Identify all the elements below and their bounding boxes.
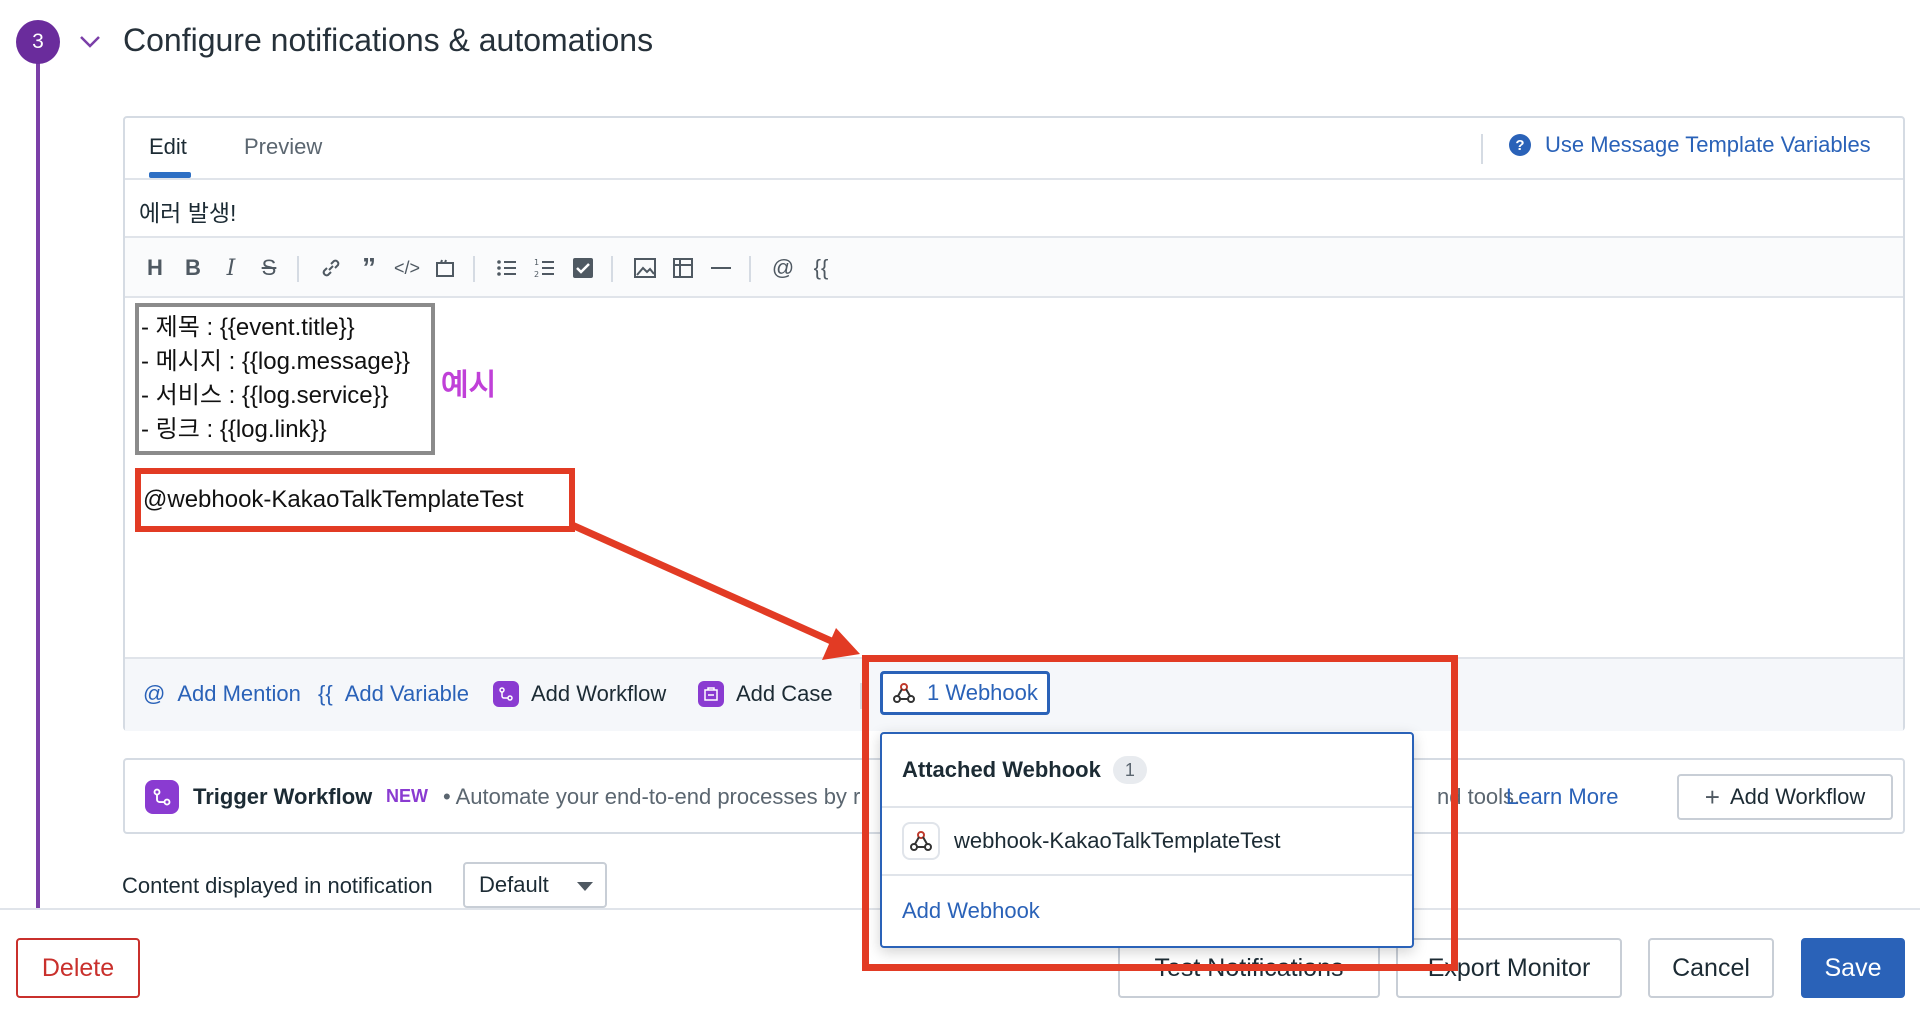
toolbar-divider bbox=[297, 256, 299, 282]
footer-divider bbox=[860, 683, 862, 709]
horizontal-rule-icon[interactable] bbox=[705, 252, 737, 284]
trigger-description: • Automate your end-to-end processes by … bbox=[443, 784, 861, 809]
example-template-box: - 제목 : {{event.title}} - 메시지 : {{log.mes… bbox=[135, 303, 435, 455]
quote-icon[interactable]: ” bbox=[353, 252, 385, 284]
add-workflow-button[interactable]: Add Workflow bbox=[493, 681, 666, 707]
webhook-list-item[interactable]: webhook-KakaoTalkTemplateTest bbox=[882, 808, 1412, 876]
active-tab-indicator bbox=[149, 172, 191, 178]
step-number-badge: 3 bbox=[16, 20, 60, 64]
message-body[interactable]: - 제목 : {{event.title}} - 메시지 : {{log.mes… bbox=[125, 298, 1903, 657]
link-icon[interactable] bbox=[315, 252, 347, 284]
body-line: - 메시지 : {{log.message}} bbox=[141, 348, 411, 375]
add-variable-button[interactable]: {{ Add Variable bbox=[318, 681, 469, 707]
add-case-button[interactable]: Add Case bbox=[698, 681, 833, 707]
strikethrough-icon[interactable]: S bbox=[253, 252, 285, 284]
body-line: - 링크 : {{log.link}} bbox=[141, 416, 327, 443]
export-monitor-button[interactable]: Export Monitor bbox=[1396, 938, 1622, 998]
image-icon[interactable] bbox=[629, 252, 661, 284]
svg-text:1: 1 bbox=[534, 258, 539, 267]
table-icon[interactable] bbox=[667, 252, 699, 284]
workflow-icon bbox=[145, 780, 179, 814]
dropdown-header: Attached Webhook 1 bbox=[882, 734, 1412, 808]
editor-footer: @ Add Mention {{ Add Variable Add Workfl… bbox=[125, 657, 1903, 731]
caret-down-icon bbox=[577, 882, 593, 891]
workflow-icon bbox=[493, 681, 519, 707]
toolbar-divider bbox=[749, 256, 751, 282]
webhook-item-label: webhook-KakaoTalkTemplateTest bbox=[954, 828, 1281, 853]
variable-icon: {{ bbox=[318, 681, 333, 706]
add-webhook-link[interactable]: Add Webhook bbox=[902, 898, 1040, 924]
tab-preview[interactable]: Preview bbox=[244, 134, 322, 160]
add-mention-label: Add Mention bbox=[177, 681, 301, 706]
save-button[interactable]: Save bbox=[1801, 938, 1905, 998]
toolbar-divider bbox=[473, 256, 475, 282]
cancel-button[interactable]: Cancel bbox=[1648, 938, 1774, 998]
webhook-count-badge: 1 bbox=[1112, 756, 1147, 784]
italic-icon[interactable]: I bbox=[215, 252, 247, 284]
add-workflow-label: Add Workflow bbox=[531, 681, 667, 706]
divider bbox=[1481, 134, 1483, 164]
step-timeline bbox=[36, 62, 40, 910]
add-variable-label: Add Variable bbox=[344, 681, 470, 706]
code-block-icon[interactable] bbox=[429, 252, 461, 284]
webhook-icon bbox=[902, 822, 940, 860]
dropdown-header-label: Attached Webhook bbox=[902, 757, 1101, 782]
case-icon bbox=[698, 681, 724, 707]
chevron-down-icon[interactable] bbox=[76, 28, 104, 56]
bullet-list-icon[interactable] bbox=[491, 252, 523, 284]
new-badge: NEW bbox=[386, 786, 428, 806]
tab-edit[interactable]: Edit bbox=[149, 134, 187, 160]
svg-text:2: 2 bbox=[534, 270, 539, 279]
code-icon[interactable]: </> bbox=[391, 252, 423, 284]
body-line: - 서비스 : {{log.service}} bbox=[141, 382, 389, 409]
toolbar-divider bbox=[611, 256, 613, 282]
webhook-icon bbox=[893, 683, 915, 703]
bold-icon[interactable]: B bbox=[177, 252, 209, 284]
content-displayed-label: Content displayed in notification bbox=[122, 873, 433, 898]
webhook-dropdown-menu: Attached Webhook 1 webhook-KakaoTalkTemp… bbox=[880, 732, 1414, 948]
delete-button[interactable]: Delete bbox=[16, 938, 140, 998]
checklist-icon[interactable] bbox=[567, 252, 599, 284]
webhook-mention-text: @webhook-KakaoTalkTemplateTest bbox=[135, 468, 575, 532]
help-icon: ? bbox=[1509, 134, 1531, 156]
plus-icon: + bbox=[1704, 781, 1720, 812]
template-variables-link[interactable]: ? Use Message Template Variables bbox=[1509, 132, 1871, 158]
mention-icon[interactable]: @ bbox=[767, 252, 799, 284]
section-title: Configure notifications & automations bbox=[123, 22, 654, 58]
add-case-label: Add Case bbox=[736, 681, 833, 706]
subject-input[interactable]: 에러 발생! bbox=[125, 180, 1903, 238]
mention-icon: @ bbox=[143, 681, 166, 706]
editor-tabs: Edit Preview ? Use Message Template Vari… bbox=[125, 118, 1903, 180]
learn-more-link[interactable]: Learn More bbox=[1506, 784, 1619, 810]
formatting-toolbar: H B I S ” </> 12 @ {{ bbox=[125, 238, 1903, 298]
trigger-title: Trigger Workflow bbox=[193, 784, 373, 809]
webhook-dropdown-button[interactable]: 1 Webhook bbox=[880, 671, 1050, 715]
content-select-value: Default bbox=[479, 872, 549, 897]
body-line: - 제목 : {{event.title}} bbox=[141, 314, 355, 341]
numbered-list-icon[interactable]: 12 bbox=[529, 252, 561, 284]
message-editor: Edit Preview ? Use Message Template Vari… bbox=[123, 116, 1905, 731]
webhook-button-label: 1 Webhook bbox=[927, 680, 1038, 705]
template-variables-label: Use Message Template Variables bbox=[1545, 132, 1871, 157]
content-displayed-select[interactable]: Default bbox=[463, 862, 607, 908]
add-workflow-outline-label: Add Workflow bbox=[1729, 784, 1866, 809]
variable-icon[interactable]: {{ bbox=[805, 252, 837, 284]
heading-icon[interactable]: H bbox=[139, 252, 171, 284]
add-mention-button[interactable]: @ Add Mention bbox=[143, 681, 301, 707]
add-workflow-outline-button[interactable]: + Add Workflow bbox=[1677, 774, 1893, 820]
example-annotation-label: 예시 bbox=[441, 369, 497, 402]
